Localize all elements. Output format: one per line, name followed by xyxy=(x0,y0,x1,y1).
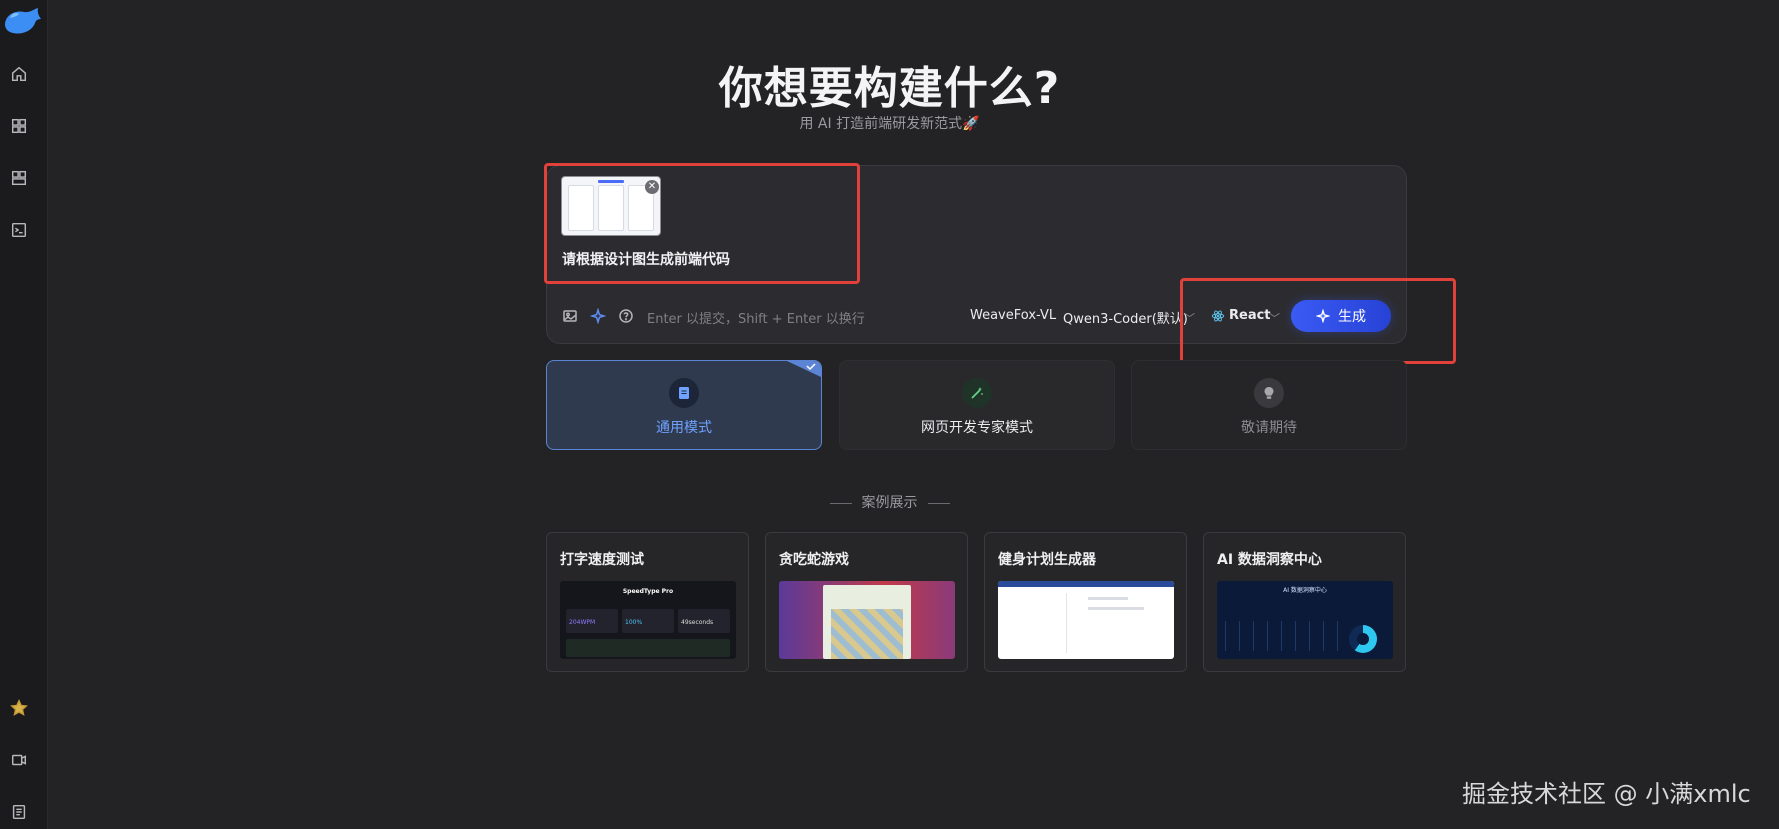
help-icon[interactable] xyxy=(617,307,635,325)
prompt-placeholder: Enter 以提交，Shift + Enter 以换行 xyxy=(647,312,865,327)
case-title: 健身计划生成器 xyxy=(998,552,1096,568)
case-preview: SpeedType Pro 204WPM 100% 49seconds xyxy=(560,581,736,659)
notes-icon[interactable] xyxy=(9,802,29,822)
document-icon xyxy=(669,378,699,408)
case-card-snake-game[interactable]: 贪吃蛇游戏 xyxy=(765,532,968,672)
terminal-icon[interactable] xyxy=(9,220,29,240)
mode-coming-soon: 敬请期待 xyxy=(1131,360,1407,450)
mode-label: 敬请期待 xyxy=(1241,420,1297,436)
page-subtitle: 用 AI 打造前端研发新范式🚀 xyxy=(799,116,980,132)
cases-heading: 案例展示 xyxy=(0,492,1779,512)
layout-icon[interactable] xyxy=(9,168,29,188)
lightbulb-icon xyxy=(1254,378,1284,408)
case-title: AI 数据洞察中心 xyxy=(1217,552,1322,568)
vision-model-select[interactable]: WeaveFox-VL xyxy=(970,308,1056,323)
mode-web-expert[interactable]: 网页开发专家模式 xyxy=(839,360,1115,450)
case-card-fitness-plan[interactable]: 健身计划生成器 xyxy=(984,532,1187,672)
mode-label: 通用模式 xyxy=(656,420,712,436)
case-title: 贪吃蛇游戏 xyxy=(779,552,849,568)
mode-label: 网页开发专家模式 xyxy=(921,420,1033,436)
case-card-ai-insights[interactable]: AI 数据洞察中心 AI 数据洞察中心 xyxy=(1203,532,1406,672)
sparkle-icon[interactable] xyxy=(589,307,607,325)
app-logo[interactable] xyxy=(2,4,42,38)
highlight-box-attachment xyxy=(544,163,860,284)
video-icon[interactable] xyxy=(9,750,29,770)
magic-wand-icon xyxy=(962,378,992,408)
case-preview: AI 数据洞察中心 xyxy=(1217,581,1393,659)
page-title: 你想要构建什么? xyxy=(718,63,1061,114)
star-icon[interactable] xyxy=(9,698,29,718)
case-preview xyxy=(779,581,955,659)
coder-model-select[interactable]: Qwen3-Coder(默认) xyxy=(1063,308,1188,327)
case-card-typing-test[interactable]: 打字速度测试 SpeedType Pro 204WPM 100% 49secon… xyxy=(546,532,749,672)
watermark: 掘金技术社区 @ 小满xmlc xyxy=(1462,780,1751,808)
case-title: 打字速度测试 xyxy=(560,552,644,568)
case-preview xyxy=(998,581,1174,659)
selected-check-icon xyxy=(787,361,821,377)
image-upload-icon[interactable] xyxy=(561,307,579,325)
highlight-box-generate xyxy=(1180,278,1456,364)
mode-general[interactable]: 通用模式 xyxy=(546,360,822,450)
